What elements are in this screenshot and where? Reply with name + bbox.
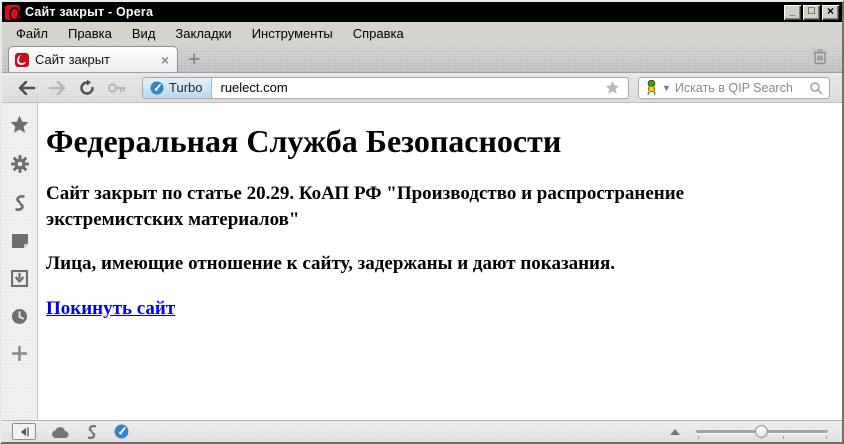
address-toolbar: Turbo ▼ — [2, 73, 842, 103]
turbo-button[interactable]: Turbo — [143, 78, 212, 98]
forward-button[interactable] — [42, 80, 72, 96]
page-body: Федеральная Служба Безопасности Сайт зак… — [38, 103, 842, 420]
zoom-tick — [826, 436, 827, 439]
window-controls: _ □ × — [784, 5, 839, 20]
page-paragraph-1: Сайт закрыт по статье 20.29. КоАП РФ "Пр… — [46, 181, 706, 232]
tab-title: Сайт закрыт — [35, 52, 153, 67]
add-panel-plus-icon[interactable] — [12, 346, 27, 361]
menu-tools[interactable]: Инструменты — [242, 23, 343, 44]
titlebar: Сайт закрыт - Opera _ □ × — [2, 2, 842, 22]
tab-bar: Сайт закрыт × + — [2, 45, 842, 73]
menu-bookmarks[interactable]: Закладки — [165, 23, 241, 44]
menu-edit[interactable]: Правка — [58, 23, 122, 44]
search-field[interactable]: ▼ — [638, 77, 830, 99]
panel-sidebar — [2, 103, 38, 420]
url-input[interactable] — [212, 80, 597, 95]
zoom-tick — [783, 436, 784, 439]
zoom-slider-thumb[interactable] — [755, 425, 768, 438]
window-title: Сайт закрыт - Opera — [25, 5, 153, 19]
trash-icon[interactable] — [812, 48, 828, 68]
page-heading: Федеральная Служба Безопасности — [46, 123, 834, 160]
unite-swirl-status-icon[interactable] — [84, 424, 100, 440]
menu-bar: Файл Правка Вид Закладки Инструменты Спр… — [2, 22, 842, 45]
menu-help[interactable]: Справка — [343, 23, 414, 44]
back-button[interactable] — [12, 80, 42, 96]
panel-toggle-button[interactable] — [12, 423, 36, 440]
zoom-controls — [670, 424, 828, 440]
qip-search-engine-icon[interactable] — [645, 80, 658, 95]
tab-favicon-icon — [15, 53, 29, 67]
minimize-button[interactable]: _ — [784, 5, 801, 20]
bookmark-star-icon[interactable] — [597, 80, 628, 95]
maximize-button[interactable]: □ — [803, 5, 820, 20]
address-field[interactable]: Turbo — [142, 77, 629, 99]
turbo-label: Turbo — [169, 80, 202, 95]
notes-icon[interactable] — [11, 233, 29, 249]
tab-site-closed[interactable]: Сайт закрыт × — [8, 46, 178, 72]
chevron-down-icon[interactable]: ▼ — [662, 83, 671, 93]
tab-close-icon[interactable]: × — [159, 52, 171, 68]
new-tab-button[interactable]: + — [188, 51, 200, 69]
turbo-status-icon[interactable] — [114, 424, 129, 439]
close-button[interactable]: × — [822, 5, 839, 20]
opera-logo-icon — [5, 5, 20, 20]
opera-link-cloud-icon[interactable] — [50, 425, 70, 439]
zoom-tick — [698, 436, 699, 439]
menu-file[interactable]: Файл — [6, 23, 58, 44]
leave-site-link[interactable]: Покинуть сайт — [46, 298, 175, 319]
wand-password-icon[interactable] — [102, 81, 132, 95]
zoom-menu-arrow-icon[interactable] — [670, 429, 680, 435]
widgets-gear-icon[interactable] — [11, 155, 29, 173]
history-clock-icon[interactable] — [11, 308, 28, 325]
bookmarks-star-icon[interactable] — [10, 115, 29, 134]
content-area: Федеральная Служба Безопасности Сайт зак… — [2, 103, 842, 420]
zoom-slider[interactable] — [696, 424, 828, 440]
url-text[interactable] — [212, 80, 597, 95]
page-paragraph-2: Лица, имеющие отношение к сайту, задержа… — [46, 251, 706, 277]
turbo-gauge-icon — [150, 81, 164, 95]
reload-button[interactable] — [72, 79, 102, 97]
status-bar — [2, 420, 842, 442]
downloads-icon[interactable] — [11, 270, 28, 287]
opera-browser-window: Сайт закрыт - Opera _ □ × Файл Правка Ви… — [0, 0, 844, 444]
search-input[interactable] — [675, 81, 805, 95]
menu-view[interactable]: Вид — [122, 23, 166, 44]
magnifier-icon[interactable] — [809, 81, 823, 95]
unite-swirl-icon[interactable] — [11, 194, 29, 212]
